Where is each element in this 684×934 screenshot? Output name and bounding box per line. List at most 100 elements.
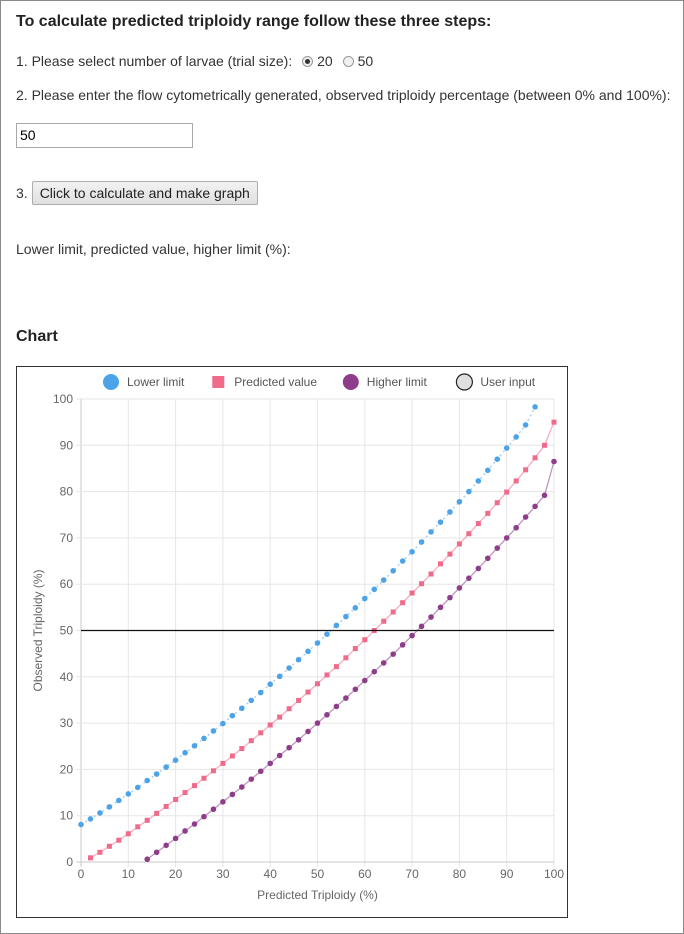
predicted-value-point (267, 722, 273, 728)
lower-limit-point (522, 422, 529, 428)
predicted-value-point (135, 824, 141, 830)
predicted-value-point (154, 810, 160, 816)
lower-limit-point (267, 681, 273, 688)
predicted-value-point (182, 790, 188, 796)
x-tick-label: 0 (78, 867, 85, 881)
higher-limit-point (191, 821, 198, 827)
lower-limit-point (210, 728, 217, 734)
y-tick-label: 50 (60, 624, 74, 638)
y-tick-label: 80 (60, 485, 74, 499)
higher-limit-point (475, 565, 482, 572)
predicted-value-point (504, 489, 510, 495)
y-axis-label: Observed Triploidy (%) (31, 569, 45, 691)
radio-50[interactable] (342, 56, 354, 67)
higher-limit-point (153, 849, 160, 856)
lower-limit-point (125, 791, 132, 797)
radio-20[interactable] (302, 56, 314, 67)
higher-limit-point (305, 728, 311, 735)
higher-limit-point (239, 784, 245, 790)
predicted-value-point (428, 571, 434, 577)
predicted-value-point (352, 646, 358, 652)
lower-limit-point (286, 665, 292, 671)
lower-limit-point (418, 539, 425, 545)
x-tick-label: 70 (405, 867, 419, 881)
step2-label: 2. Please enter the flow cytometrically … (16, 87, 671, 103)
higher-limit-point (484, 555, 491, 562)
predicted-value-point (163, 803, 169, 809)
predicted-value-point (381, 618, 387, 624)
predicted-value-point (409, 590, 415, 596)
higher-limit-point (399, 642, 406, 648)
predicted-value-point (485, 510, 491, 516)
lower-limit-point (220, 720, 226, 727)
higher-limit-point (362, 677, 368, 684)
lower-limit-point (314, 640, 321, 646)
legend-label-predicted-value: Predicted value (234, 375, 317, 389)
lower-limit-point (352, 605, 359, 611)
legend-label-user-input: User input (480, 375, 535, 389)
higher-limit-point (229, 791, 236, 798)
lower-limit-point (239, 705, 245, 712)
legend-label-higher-limit: Higher limit (367, 375, 428, 389)
page-title: To calculate predicted triploidy range f… (16, 13, 492, 30)
legend-marker-higher-limit (342, 374, 359, 390)
lower-limit-point (248, 697, 255, 704)
radio-20-label: 20 (317, 53, 333, 69)
result-label: Lower limit, predicted value, higher lim… (16, 241, 291, 257)
predicted-value-point (390, 609, 396, 615)
x-tick-label: 80 (453, 867, 467, 881)
higher-limit-point (390, 651, 396, 657)
x-tick-label: 60 (358, 867, 372, 881)
legend-label-lower-limit: Lower limit (127, 375, 185, 389)
predicted-value-point (475, 521, 481, 527)
higher-limit-point (352, 686, 359, 693)
lower-limit-point (362, 595, 368, 602)
higher-limit-point (428, 614, 434, 620)
higher-limit-point (210, 806, 217, 813)
predicted-value-point (106, 843, 112, 849)
higher-limit-point (522, 514, 529, 520)
calculate-button[interactable]: Click to calculate and make graph (31, 181, 258, 205)
predicted-value-point (144, 817, 150, 823)
higher-limit-point (257, 768, 264, 775)
lower-limit-point (484, 467, 491, 474)
lower-limit-point (134, 784, 141, 791)
predicted-value-point (437, 561, 443, 567)
higher-limit-point (532, 503, 538, 510)
radio-50-label: 50 (357, 53, 374, 69)
lower-limit-point (494, 456, 501, 462)
higher-limit-point (466, 575, 472, 581)
predicted-value-point (248, 738, 254, 744)
y-tick-label: 30 (60, 716, 74, 730)
predicted-value-point (362, 637, 368, 643)
x-tick-label: 30 (216, 867, 230, 881)
predicted-value-point (277, 714, 283, 720)
y-tick-label: 0 (66, 855, 73, 869)
higher-limit-point (144, 856, 151, 863)
lower-limit-point (257, 689, 264, 696)
lower-limit-point (503, 445, 510, 451)
chart-container: 0 10 20 30 40 50 60 70 80 90 100 0 10 20 30 40 50 60 70 80 9… (16, 366, 568, 918)
higher-limit-point (276, 752, 283, 759)
higher-limit-point (551, 458, 557, 465)
higher-limit-point (343, 695, 349, 701)
predicted-value-point (201, 775, 207, 781)
higher-limit-point (163, 842, 169, 849)
observed-triploidy-input[interactable]: 50 (16, 123, 193, 148)
predicted-value-point (210, 768, 216, 774)
predicted-value-point (229, 753, 235, 759)
step1-label: 1. Please select number of larvae (trial… (16, 53, 293, 69)
predicted-value-point (116, 837, 122, 843)
predicted-value-point (239, 746, 245, 752)
higher-limit-point (182, 828, 188, 834)
higher-limit-point (494, 545, 501, 551)
lower-limit-point (78, 821, 84, 828)
predicted-value-point (542, 442, 548, 448)
lower-limit-point (172, 757, 179, 763)
higher-limit-point (220, 799, 226, 805)
lower-limit-point (182, 749, 188, 756)
lower-limit-point (229, 712, 236, 719)
y-tick-label: 20 (60, 762, 74, 776)
higher-limit-point (380, 660, 387, 666)
higher-limit-point (371, 668, 378, 675)
